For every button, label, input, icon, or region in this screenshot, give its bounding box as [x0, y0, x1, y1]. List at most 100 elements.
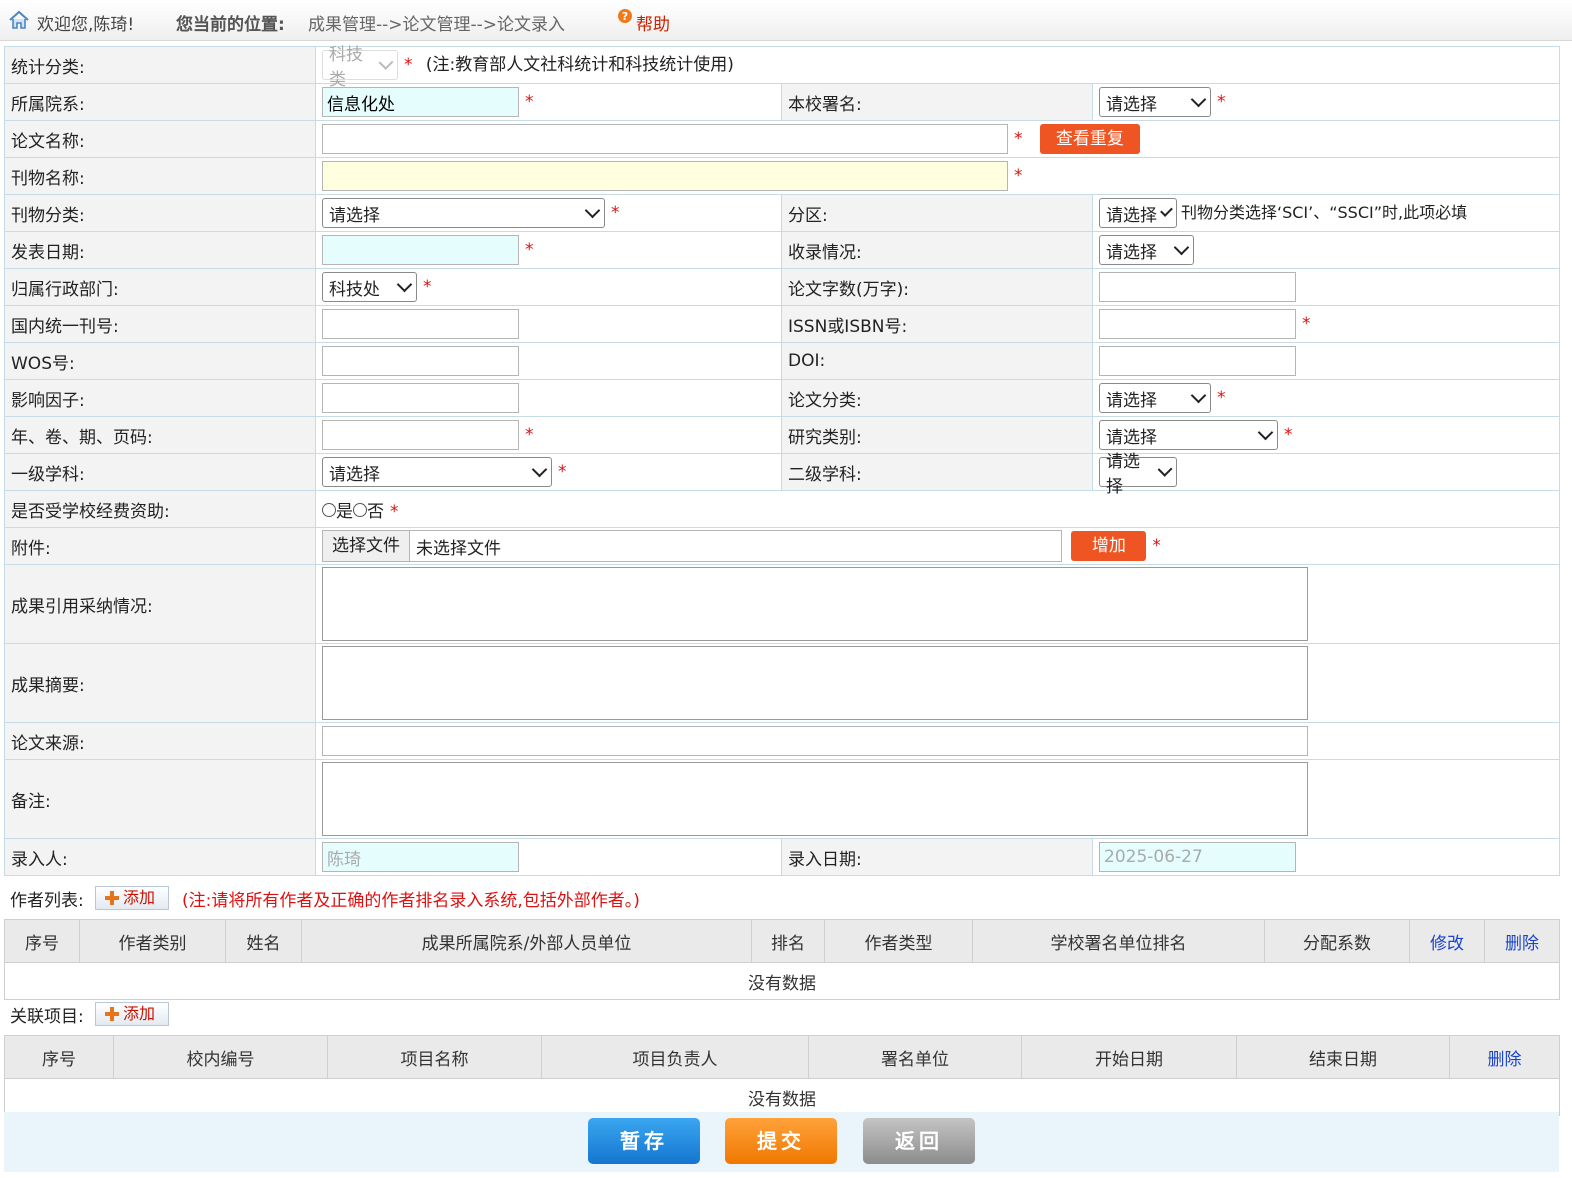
required-mark: *: [1302, 314, 1311, 334]
entered-by-input: [322, 842, 519, 872]
admin-dept-select[interactable]: 科技处: [322, 272, 417, 302]
source-label: 论文来源:: [4, 722, 316, 760]
required-mark: *: [611, 203, 620, 223]
citation-label: 成果引用采纳情况:: [4, 564, 316, 644]
remarks-textarea[interactable]: [322, 762, 1308, 836]
welcome-text: 欢迎您,陈琦!: [37, 15, 135, 35]
publish-date-input[interactable]: [322, 235, 519, 265]
col-header: 项目名称: [327, 1035, 542, 1079]
journal-name-input[interactable]: [322, 161, 1008, 191]
breadcrumb: 成果管理-->论文管理-->论文录入: [308, 15, 566, 35]
file-status: 未选择文件: [416, 538, 501, 559]
journal-category-label: 刊物分类:: [4, 194, 316, 232]
secondary-subject-label: 二级学科:: [781, 453, 1093, 491]
publish-date-label: 发表日期:: [4, 231, 316, 269]
volume-input[interactable]: [322, 420, 519, 450]
required-mark: *: [525, 425, 534, 445]
col-header: 姓名: [225, 919, 302, 963]
doi-input[interactable]: [1099, 346, 1296, 376]
edit-column-link[interactable]: 修改: [1409, 919, 1485, 963]
authors-note: (注:请将所有作者及正确的作者排名录入系统,包括外部作者。): [182, 891, 640, 911]
submit-button[interactable]: 提交: [725, 1118, 837, 1164]
admin-dept-label: 归属行政部门:: [4, 268, 316, 306]
projects-empty: 没有数据: [4, 1078, 1560, 1116]
add-author-button[interactable]: 添加: [95, 886, 169, 910]
stat-category-label: 统计分类:: [4, 46, 316, 84]
stat-category-note: (注:教育部人文社科统计和科技统计使用): [425, 55, 734, 75]
indexing-select[interactable]: 请选择: [1099, 235, 1194, 265]
research-type-select[interactable]: 请选择: [1099, 420, 1278, 450]
paper-title-input[interactable]: [322, 124, 1008, 154]
abstract-textarea[interactable]: [322, 646, 1308, 720]
required-mark: *: [525, 92, 534, 112]
home-icon[interactable]: [8, 10, 30, 30]
journal-category-select[interactable]: 请选择: [322, 198, 605, 228]
funded-label: 是否受学校经费资助:: [4, 490, 316, 528]
plus-icon: [105, 891, 119, 905]
col-header: 序号: [4, 1035, 114, 1079]
issn-input[interactable]: [1099, 309, 1296, 339]
add-attachment-button[interactable]: 增加: [1071, 531, 1147, 561]
zone-label: 分区:: [781, 194, 1093, 232]
delete-column-link[interactable]: 删除: [1449, 1035, 1560, 1079]
required-mark: *: [1217, 92, 1226, 112]
col-header: 开始日期: [1021, 1035, 1237, 1079]
paper-form: 统计分类: 科技类* (注:教育部人文社科统计和科技统计使用) 所属院系: * …: [4, 45, 1561, 876]
journal-name-label: 刊物名称:: [4, 157, 316, 195]
cn-number-input[interactable]: [322, 309, 519, 339]
school-signature-label: 本校署名:: [781, 83, 1093, 121]
choose-file-button[interactable]: 选择文件: [323, 531, 410, 561]
authors-table: 序号 作者类别 姓名 成果所属院系/外部人员单位 排名 作者类型 学校署名单位排…: [4, 919, 1560, 1000]
help-link[interactable]: 帮助: [636, 10, 670, 35]
projects-table: 序号 校内编号 项目名称 项目负责人 署名单位 开始日期 结束日期 删除 没有数…: [4, 1035, 1560, 1116]
col-header: 作者类型: [824, 919, 973, 963]
word-count-label: 论文字数(万字):: [781, 268, 1093, 306]
funded-no-radio[interactable]: [353, 503, 367, 517]
zone-select[interactable]: 请选择: [1099, 198, 1177, 228]
citation-textarea[interactable]: [322, 567, 1308, 641]
col-header: 署名单位: [808, 1035, 1022, 1079]
paper-class-label: 论文分类:: [781, 379, 1093, 417]
volume-label: 年、卷、期、页码:: [4, 416, 316, 454]
funded-yes-radio[interactable]: [322, 503, 336, 517]
required-mark: *: [1284, 425, 1293, 445]
save-draft-button[interactable]: 暂存: [588, 1118, 700, 1164]
svg-text:?: ?: [622, 10, 628, 23]
col-header: 序号: [4, 919, 80, 963]
research-type-label: 研究类别:: [781, 416, 1093, 454]
issn-label: ISSN或ISBN号:: [781, 305, 1093, 343]
help-icon[interactable]: ?: [616, 8, 634, 26]
col-header: 排名: [751, 919, 825, 963]
back-button[interactable]: 返回: [863, 1118, 975, 1164]
authors-header-row: 序号 作者类别 姓名 成果所属院系/外部人员单位 排名 作者类型 学校署名单位排…: [4, 919, 1560, 963]
col-header: 分配系数: [1264, 919, 1410, 963]
entered-by-label: 录入人:: [4, 838, 316, 876]
col-header: 校内编号: [113, 1035, 328, 1079]
add-project-button[interactable]: 添加: [95, 1002, 169, 1026]
primary-subject-select[interactable]: 请选择: [322, 457, 552, 487]
delete-column-link[interactable]: 删除: [1484, 919, 1560, 963]
wos-input[interactable]: [322, 346, 519, 376]
projects-label: 关联项目:: [10, 1007, 84, 1027]
projects-header-row: 序号 校内编号 项目名称 项目负责人 署名单位 开始日期 结束日期 删除: [4, 1035, 1560, 1079]
word-count-input[interactable]: [1099, 272, 1296, 302]
check-duplicate-button[interactable]: 查看重复: [1039, 124, 1140, 154]
school-signature-select[interactable]: 请选择: [1099, 87, 1211, 117]
entry-date-input: [1099, 842, 1296, 872]
col-header: 项目负责人: [541, 1035, 809, 1079]
required-mark: *: [1014, 129, 1023, 149]
required-mark: *: [423, 277, 432, 297]
authors-empty: 没有数据: [4, 962, 1560, 1000]
impact-factor-input[interactable]: [322, 383, 519, 413]
zone-note: 刊物分类选择‘SCI’、“SSCI”时,此项必填: [1181, 203, 1468, 222]
authors-label: 作者列表:: [10, 891, 84, 911]
secondary-subject-select[interactable]: 请选择: [1099, 452, 1177, 497]
file-input[interactable]: 选择文件 未选择文件: [322, 530, 1062, 562]
attachment-label: 附件:: [4, 527, 316, 565]
source-input[interactable]: [322, 726, 1308, 756]
funded-yes-label: 是: [336, 501, 353, 522]
paper-class-select[interactable]: 请选择: [1099, 383, 1211, 413]
col-header: 成果所属院系/外部人员单位: [301, 919, 752, 963]
remarks-label: 备注:: [4, 759, 316, 839]
department-input[interactable]: [322, 87, 519, 117]
